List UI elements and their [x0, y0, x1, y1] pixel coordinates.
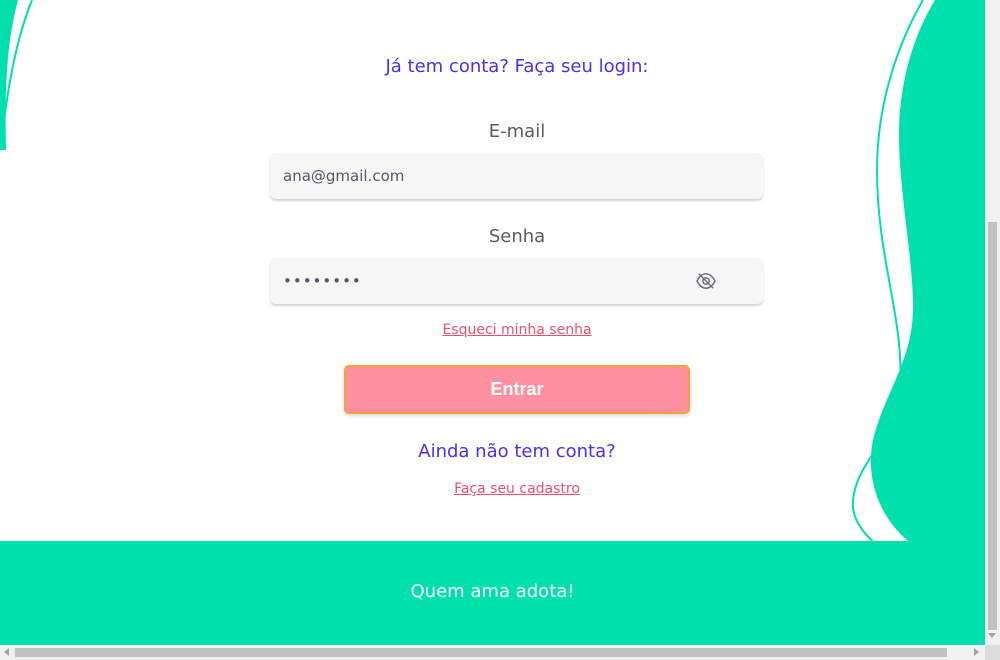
signup-link[interactable]: Faça seu cadastro [270, 481, 764, 497]
email-value: ana@gmail.com [283, 167, 405, 185]
horizontal-scrollbar[interactable] [0, 645, 985, 660]
right-wave-decoration [851, 0, 985, 545]
vertical-scrollbar-thumb[interactable] [988, 222, 997, 630]
page: Já tem conta? Faça seu login: E-mail ana… [0, 0, 985, 645]
password-value: •••••••• [283, 272, 362, 290]
vertical-scrollbar[interactable] [985, 0, 1000, 645]
footer-tagline: Quem ama adota! [410, 581, 575, 602]
password-label: Senha [488, 226, 546, 247]
scroll-left-arrow-icon[interactable] [4, 648, 9, 656]
scroll-down-arrow-icon[interactable] [988, 633, 996, 638]
login-heading: Já tem conta? Faça seu login: [385, 56, 649, 77]
scroll-right-arrow-icon[interactable] [974, 648, 979, 656]
login-button[interactable]: Entrar [344, 365, 690, 414]
forgot-password-link[interactable]: Esqueci minha senha [270, 322, 764, 338]
eye-slash-icon[interactable] [695, 272, 717, 290]
email-label: E-mail [488, 121, 546, 142]
signup-heading: Ainda não tem conta? [418, 441, 616, 462]
password-field[interactable]: •••••••• [270, 258, 763, 304]
left-wave-decoration [0, 0, 33, 150]
footer: Quem ama adota! [0, 541, 985, 645]
scrollbar-corner [985, 645, 1000, 660]
email-field[interactable]: ana@gmail.com [270, 153, 763, 199]
horizontal-scrollbar-thumb[interactable] [15, 648, 947, 657]
